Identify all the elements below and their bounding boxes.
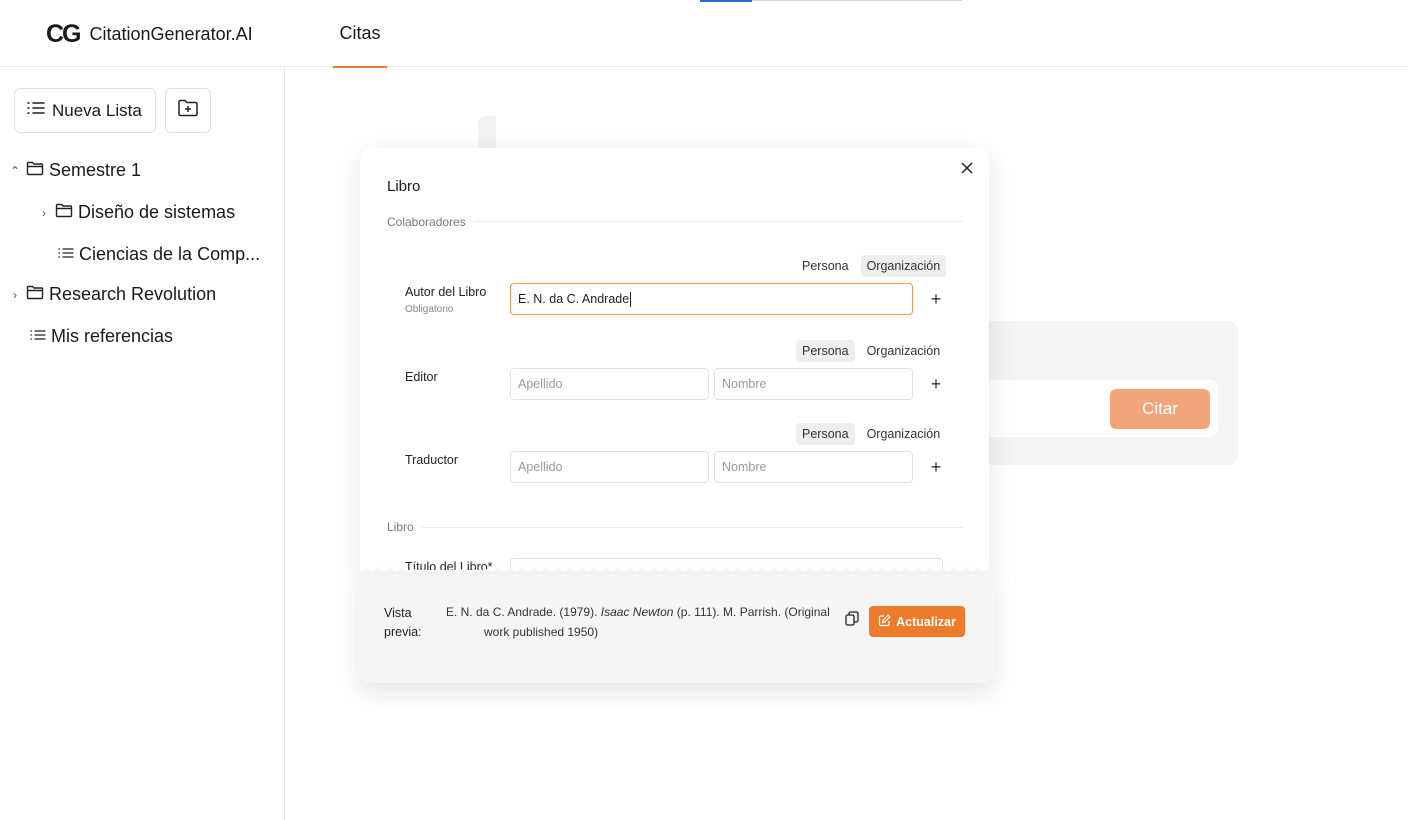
citation-preview-text: E. N. da C. Andrade. (1979). Isaac Newto…	[446, 602, 838, 642]
close-icon	[961, 161, 973, 179]
input-placeholder: Nombre	[722, 460, 767, 474]
tree-item-ciencias-de-la-comp[interactable]: Ciencias de la Comp...	[58, 244, 260, 265]
top-navigation-bar: CG CitationGenerator.AI Citas	[0, 0, 1408, 68]
editor-first-name-input[interactable]: Nombre	[714, 368, 913, 400]
folder-plus-icon	[177, 98, 199, 123]
input-placeholder: Apellido	[518, 377, 563, 391]
add-author-button[interactable]: +	[928, 289, 944, 309]
copy-icon	[845, 611, 859, 631]
edit-icon	[878, 613, 891, 630]
author-organization-input[interactable]: E. N. da C. Andrade	[510, 283, 913, 315]
chevron-right-icon[interactable]: ›	[9, 288, 21, 302]
plus-icon: +	[930, 374, 942, 394]
folder-icon	[26, 284, 44, 305]
editor-type-toggle: Persona Organización	[796, 340, 946, 362]
new-list-label: Nueva Lista	[52, 100, 142, 120]
text-caret	[630, 291, 632, 307]
update-button-label: Actualizar	[896, 614, 956, 629]
tree-item-label: Mis referencias	[51, 326, 174, 346]
author-input-value: E. N. da C. Andrade	[518, 292, 630, 306]
list-icon	[26, 100, 46, 121]
preview-text-part: E. N. da C. Andrade. (1979).	[446, 605, 601, 619]
add-folder-button[interactable]	[165, 88, 211, 133]
tree-item-research-revolution[interactable]: › Research Revolution	[9, 284, 216, 305]
translator-last-name-input[interactable]: Apellido	[510, 451, 709, 483]
chevron-right-icon[interactable]: ›	[38, 206, 50, 220]
add-editor-button[interactable]: +	[928, 374, 944, 394]
folder-icon	[26, 160, 44, 181]
cite-button[interactable]: Citar	[1110, 389, 1210, 429]
app-logo[interactable]: CG CitationGenerator.AI	[46, 22, 253, 47]
plus-icon: +	[930, 289, 942, 309]
toggle-organizacion[interactable]: Organización	[861, 423, 947, 445]
tab-citas-label: Citas	[339, 23, 381, 43]
sidebar: Nueva Lista ⌃ Semestre 1 › Diseño de sis…	[0, 67, 285, 820]
logo-mark: CG	[46, 20, 81, 48]
tree-item-diseno-de-sistemas[interactable]: › Diseño de sistemas	[38, 202, 235, 223]
input-placeholder: Apellido	[518, 460, 563, 474]
toggle-organizacion[interactable]: Organización	[860, 255, 947, 277]
top-divider-line	[752, 0, 962, 1]
author-type-toggle: Persona Organización	[796, 255, 947, 277]
tree-item-label: Diseño de sistemas	[78, 202, 236, 222]
top-accent-line	[700, 0, 752, 2]
chevron-up-icon[interactable]: ⌃	[9, 164, 21, 178]
tree-item-label: Ciencias de la Comp...	[79, 244, 261, 264]
toggle-persona[interactable]: Persona	[796, 423, 855, 445]
toggle-organizacion[interactable]: Organización	[861, 340, 947, 362]
tree-item-label: Research Revolution	[49, 284, 217, 304]
list-icon	[58, 244, 74, 265]
translator-type-toggle: Persona Organización	[796, 423, 946, 445]
section-label-contributors: Colaboradores	[387, 215, 474, 229]
close-button[interactable]	[957, 160, 977, 180]
add-translator-button[interactable]: +	[928, 457, 944, 477]
translator-label: Traductor	[405, 453, 459, 467]
author-required-note: Obligatorio	[405, 304, 454, 315]
input-placeholder: Nombre	[722, 377, 767, 391]
preview-label: Vista previa:	[384, 606, 422, 639]
logo-text: CitationGenerator.AI	[89, 24, 253, 44]
preview-book-title: Isaac Newton	[600, 605, 674, 619]
toggle-persona[interactable]: Persona	[796, 340, 855, 362]
modal-title: Libro	[387, 178, 421, 195]
author-label: Autor del Libro	[405, 285, 487, 299]
update-button[interactable]: Actualizar	[869, 606, 965, 637]
translator-first-name-input[interactable]: Nombre	[714, 451, 913, 483]
preview-text-line2: work published 1950)	[484, 625, 599, 639]
tree-item-semestre-1[interactable]: ⌃ Semestre 1	[9, 160, 141, 181]
preview-text-part: (p. 111). M. Parrish. (Original	[673, 605, 830, 619]
section-divider	[387, 527, 963, 528]
list-icon	[30, 326, 46, 347]
copy-citation-button[interactable]	[843, 611, 861, 631]
section-label-book: Libro	[387, 520, 422, 534]
editor-label: Editor	[405, 370, 438, 384]
folder-icon	[55, 202, 73, 223]
new-list-button[interactable]: Nueva Lista	[14, 88, 156, 133]
plus-icon: +	[930, 457, 942, 477]
toggle-persona[interactable]: Persona	[796, 255, 855, 277]
tree-item-mis-referencias[interactable]: Mis referencias	[30, 326, 173, 347]
editor-last-name-input[interactable]: Apellido	[510, 368, 709, 400]
tree-item-label: Semestre 1	[49, 160, 142, 180]
tab-citas[interactable]: Citas	[333, 0, 387, 68]
